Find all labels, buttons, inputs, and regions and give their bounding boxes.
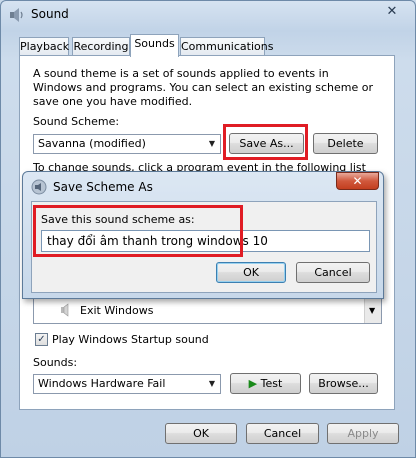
ok-button[interactable]: OK (165, 423, 237, 444)
scheme-description: A sound theme is a set of sounds applied… (33, 67, 374, 108)
dialog-title: Save Scheme As (53, 180, 153, 194)
tab-communications[interactable]: Communications (180, 37, 273, 56)
speaker-icon (10, 8, 23, 22)
close-icon[interactable]: ✕ (379, 3, 405, 21)
sound-select[interactable]: Windows Hardware Fail ▼ (33, 374, 221, 394)
sounds-label: Sounds: (33, 356, 78, 369)
chevron-down-icon[interactable]: ▼ (204, 135, 220, 153)
dialog-ok-button[interactable]: OK (216, 262, 286, 283)
program-events-list[interactable]: Exit Windows (33, 298, 382, 324)
apply-button[interactable]: Apply (327, 423, 399, 444)
scroll-down-icon[interactable]: ▼ (369, 306, 375, 315)
delete-button[interactable]: Delete (313, 133, 378, 154)
cancel-button[interactable]: Cancel (246, 423, 319, 444)
sound-value: Windows Hardware Fail (38, 377, 166, 390)
test-button[interactable]: ▶ Test (230, 373, 301, 394)
startup-sound-checkbox[interactable]: ✓ (35, 333, 48, 346)
test-label: Test (260, 377, 283, 390)
tab-recording[interactable]: Recording (72, 37, 130, 56)
startup-sound-label: Play Windows Startup sound (52, 333, 209, 346)
chevron-down-icon[interactable]: ▼ (204, 375, 220, 393)
dialog-cancel-button[interactable]: Cancel (296, 262, 370, 283)
speaker-icon (61, 303, 69, 317)
input-highlight (33, 205, 243, 257)
scheme-label: Sound Scheme: (33, 115, 120, 128)
scheme-select[interactable]: Savanna (modified) ▼ (33, 134, 221, 154)
tab-sounds[interactable]: Sounds (130, 34, 179, 57)
speaker-icon (31, 179, 47, 195)
dialog-close-icon[interactable]: ✕ (336, 172, 379, 190)
window-title: Sound (31, 7, 69, 21)
list-scrollbar[interactable]: ▼ (364, 298, 381, 323)
browse-button[interactable]: Browse... (309, 373, 378, 394)
scheme-value: Savanna (modified) (38, 137, 146, 150)
event-item-exit-windows[interactable]: Exit Windows (80, 304, 153, 317)
play-icon: ▶ (248, 377, 258, 390)
save-as-highlight (223, 124, 308, 160)
tab-playback[interactable]: Playback (19, 37, 69, 56)
title-bar: Sound ✕ (1, 1, 415, 29)
